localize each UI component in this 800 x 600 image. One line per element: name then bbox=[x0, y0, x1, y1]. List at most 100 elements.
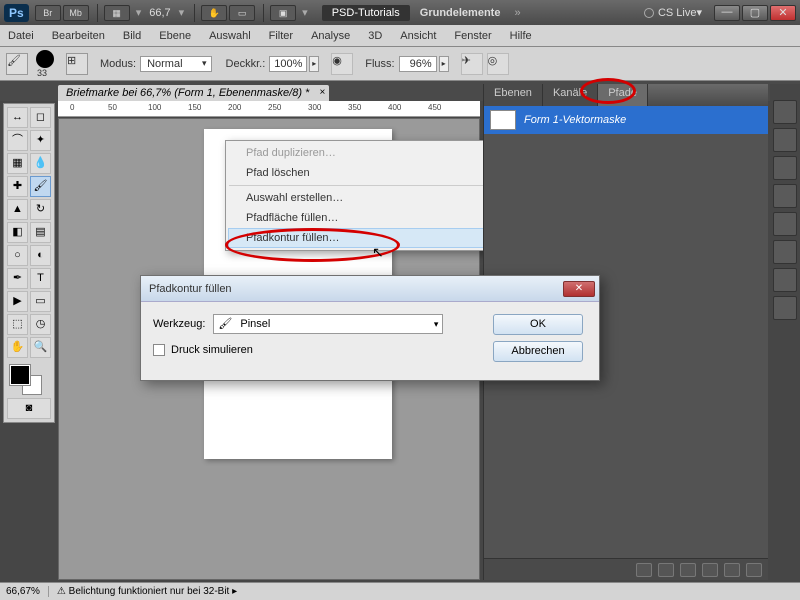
minimize-button[interactable]: — bbox=[714, 5, 740, 21]
stroke-path-icon[interactable] bbox=[658, 563, 674, 577]
chevron-down-icon[interactable]: ▾ bbox=[302, 6, 308, 19]
quickmask-icon[interactable]: ◙ bbox=[7, 398, 51, 419]
flow-arrow-icon[interactable]: ▸ bbox=[439, 56, 449, 72]
brush-tool-icon[interactable]: 🖌 bbox=[6, 53, 28, 75]
path-row[interactable]: Form 1-Vektormaske bbox=[484, 106, 768, 134]
tab-kanaele[interactable]: Kanäle bbox=[543, 84, 598, 106]
zoom-tool-icon[interactable]: 🔍 bbox=[30, 337, 51, 358]
menu-ansicht[interactable]: Ansicht bbox=[400, 30, 436, 42]
dock-icon[interactable] bbox=[773, 268, 797, 292]
close-tab-icon[interactable]: × bbox=[319, 87, 325, 98]
brush-panel-icon[interactable]: ⊞ bbox=[66, 53, 88, 75]
workpath-icon[interactable] bbox=[702, 563, 718, 577]
cslive-button[interactable]: CS Live ▾ bbox=[644, 6, 702, 19]
opacity-input[interactable]: 100% bbox=[269, 56, 307, 72]
menu-datei[interactable]: Datei bbox=[8, 30, 34, 42]
dodge-tool-icon[interactable]: ◐ bbox=[30, 245, 51, 266]
dock-icon[interactable] bbox=[773, 100, 797, 124]
color-swatches[interactable] bbox=[6, 363, 52, 397]
menu-3d[interactable]: 3D bbox=[368, 30, 382, 42]
menu-analyse[interactable]: Analyse bbox=[311, 30, 350, 42]
breadcrumb: PSD-Tutorials Grundelemente » bbox=[322, 5, 525, 21]
proof-icon[interactable]: ▭ bbox=[229, 5, 255, 21]
history-brush-icon[interactable]: ↻ bbox=[30, 199, 51, 220]
dialog-close-button[interactable]: ✕ bbox=[563, 281, 595, 297]
app-logo-icon: Ps bbox=[4, 4, 29, 22]
view-icon[interactable]: ▦ bbox=[104, 5, 130, 21]
new-path-icon[interactable] bbox=[724, 563, 740, 577]
chevron-down-icon[interactable]: ▾ bbox=[136, 6, 142, 19]
dock-column bbox=[770, 84, 800, 580]
3d-tool-icon[interactable]: ⬚ bbox=[7, 314, 28, 335]
marquee-tool-icon[interactable]: ◻ bbox=[30, 107, 51, 128]
blur-tool-icon[interactable]: ○ bbox=[7, 245, 28, 266]
tab-pfade[interactable]: Pfade bbox=[598, 84, 648, 106]
document-tab[interactable]: Briefmarke bei 66,7% (Form 1, Ebenenmask… bbox=[58, 85, 329, 101]
simulate-checkbox[interactable] bbox=[153, 344, 165, 356]
3d-camera-icon[interactable]: ◷ bbox=[30, 314, 51, 335]
shape-tool-icon[interactable]: ▭ bbox=[30, 291, 51, 312]
hand-icon[interactable]: ✋ bbox=[201, 5, 227, 21]
cancel-button[interactable]: Abbrechen bbox=[493, 341, 583, 362]
airbrush-icon[interactable]: ✈ bbox=[461, 53, 483, 75]
dock-icon[interactable] bbox=[773, 128, 797, 152]
hand-tool-icon[interactable]: ✋ bbox=[7, 337, 28, 358]
toolbox: ↔◻ ⌒✦ ▦💧 ✚🖌 ▲↻ ◧▤ ○◐ ✒T ▶▭ ⬚◷ ✋🔍 ◙ bbox=[3, 103, 55, 423]
fill-path-icon[interactable] bbox=[636, 563, 652, 577]
tab-ebenen[interactable]: Ebenen bbox=[484, 84, 543, 106]
move-tool-icon[interactable]: ↔ bbox=[7, 107, 28, 128]
brush-tool-icon[interactable]: 🖌 bbox=[30, 176, 51, 197]
menu-auswahl[interactable]: Auswahl bbox=[209, 30, 251, 42]
dock-icon[interactable] bbox=[773, 184, 797, 208]
menu-filter[interactable]: Filter bbox=[269, 30, 293, 42]
workspace-button[interactable]: PSD-Tutorials bbox=[322, 5, 410, 21]
chevron-down-icon[interactable]: ▾ bbox=[179, 6, 185, 19]
maximize-button[interactable]: ▢ bbox=[742, 5, 768, 21]
zoom-level[interactable]: 66,7 bbox=[149, 7, 170, 19]
ruler-horizontal[interactable]: 0 50 100 150 200 250 300 350 400 450 bbox=[58, 101, 480, 117]
dock-icon[interactable] bbox=[773, 212, 797, 236]
wand-tool-icon[interactable]: ✦ bbox=[30, 130, 51, 151]
workspace-extra[interactable]: Grundelemente bbox=[410, 7, 511, 19]
opacity-arrow-icon[interactable]: ▸ bbox=[309, 56, 319, 72]
screen-icon[interactable]: ▣ bbox=[270, 5, 296, 21]
tool-select[interactable]: 🖌 Pinsel bbox=[213, 314, 443, 334]
menu-hilfe[interactable]: Hilfe bbox=[510, 30, 532, 42]
type-tool-icon[interactable]: T bbox=[30, 268, 51, 289]
dock-icon[interactable] bbox=[773, 296, 797, 320]
status-zoom[interactable]: 66,67% bbox=[6, 586, 49, 597]
stamp-tool-icon[interactable]: ▲ bbox=[7, 199, 28, 220]
selection-icon[interactable] bbox=[680, 563, 696, 577]
crop-tool-icon[interactable]: ▦ bbox=[7, 153, 28, 174]
minibridge-button[interactable]: Mb bbox=[63, 5, 89, 21]
brush-icon: 🖌 bbox=[218, 317, 234, 331]
foreground-color[interactable] bbox=[10, 365, 30, 385]
options-bar: 🖌 33 ⊞ Modus: Normal Deckkr.: 100% ▸ ◉ F… bbox=[0, 47, 800, 81]
eraser-tool-icon[interactable]: ◧ bbox=[7, 222, 28, 243]
heal-tool-icon[interactable]: ✚ bbox=[7, 176, 28, 197]
delete-path-icon[interactable] bbox=[746, 563, 762, 577]
menu-bild[interactable]: Bild bbox=[123, 30, 141, 42]
path-select-icon[interactable]: ▶ bbox=[7, 291, 28, 312]
brush-preview-icon[interactable] bbox=[36, 50, 54, 68]
blend-mode-select[interactable]: Normal bbox=[140, 56, 211, 72]
bridge-button[interactable]: Br bbox=[35, 5, 61, 21]
pfadkontur-dialog: Pfadkontur füllen ✕ Werkzeug: 🖌 Pinsel D… bbox=[140, 275, 600, 381]
gradient-tool-icon[interactable]: ▤ bbox=[30, 222, 51, 243]
tablet-pressure-size-icon[interactable]: ◎ bbox=[487, 53, 509, 75]
dock-icon[interactable] bbox=[773, 156, 797, 180]
menu-fenster[interactable]: Fenster bbox=[454, 30, 491, 42]
flow-input[interactable]: 96% bbox=[399, 56, 437, 72]
lasso-tool-icon[interactable]: ⌒ bbox=[7, 130, 28, 151]
ok-button[interactable]: OK bbox=[493, 314, 583, 335]
panel-footer bbox=[484, 558, 768, 580]
tablet-pressure-opacity-icon[interactable]: ◉ bbox=[331, 53, 353, 75]
pen-tool-icon[interactable]: ✒ bbox=[7, 268, 28, 289]
eyedropper-tool-icon[interactable]: 💧 bbox=[30, 153, 51, 174]
chevron-right-icon[interactable]: » bbox=[514, 7, 520, 19]
dock-icon[interactable] bbox=[773, 240, 797, 264]
dialog-titlebar[interactable]: Pfadkontur füllen ✕ bbox=[141, 276, 599, 302]
close-button[interactable]: ✕ bbox=[770, 5, 796, 21]
menu-bearbeiten[interactable]: Bearbeiten bbox=[52, 30, 105, 42]
menu-ebene[interactable]: Ebene bbox=[159, 30, 191, 42]
